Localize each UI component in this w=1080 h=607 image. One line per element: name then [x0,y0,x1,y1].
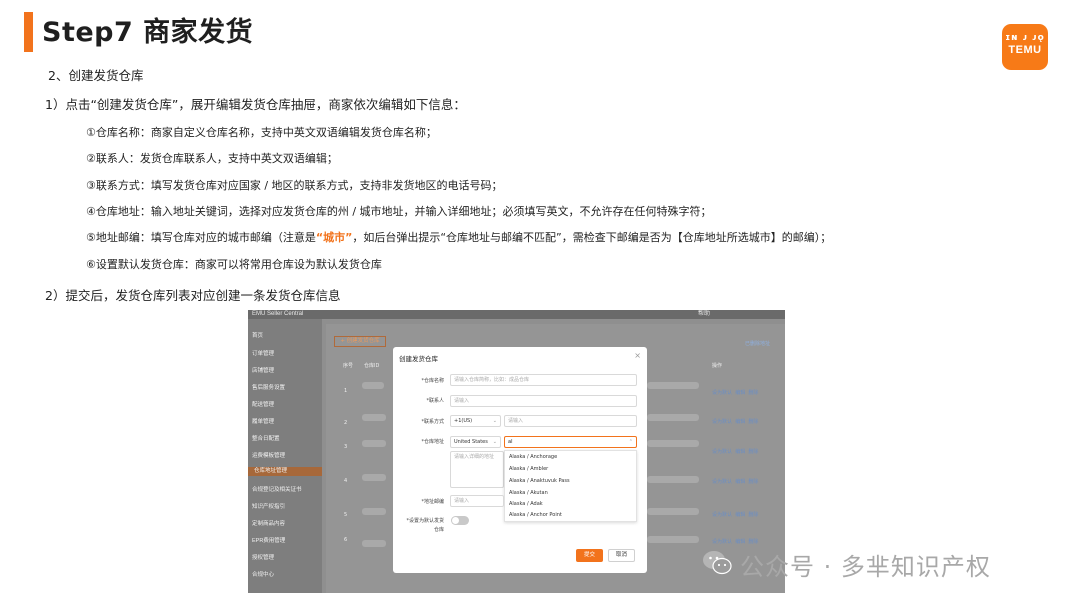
default-warehouse-label: *设置为默认发货 [406,518,444,524]
row-actions[interactable]: 设为默认 编辑 删除 [712,448,758,455]
sidebar-item-shipping[interactable]: 配送管理 [252,400,274,408]
column-header-ops: 操作 [712,363,723,369]
sidebar-item-aftersale[interactable]: 售后服务设置 [252,383,285,391]
warehouse-name-input[interactable]: 请输入仓库简称，比如：成品仓库 [450,374,637,386]
zip-text-post: ，如后台弹出提示“仓库地址与邮编不匹配”，需检查下邮编是否为【仓库地址所选城市】… [352,231,832,244]
item-default-warehouse: ⑥设置默认发货仓库：商家可以将常用仓库设为默认发货仓库 [86,258,382,271]
phone-code-select[interactable]: +1(US) ⌄ [450,415,501,427]
blurred-cell [647,476,699,483]
sidebar-item-store[interactable]: 店铺管理 [252,366,274,374]
contact-method-label: *联系方式 [421,419,444,425]
temu-logo: ɪɴ ᴊ ᴊǫ TEMU [1002,24,1048,70]
sidebar-item-freight-template[interactable]: 运费模板管理 [252,451,285,459]
sidebar-item-custom-content[interactable]: 定制商品内容 [252,519,285,527]
create-warehouse-button[interactable]: + 创建发货仓库 [334,336,386,347]
item-warehouse-address: ④仓库地址：输入地址关键词，选择对应发货仓库的州 / 城市地址，并输入详细地址；… [86,205,712,218]
table-row-num: 5 [344,512,348,518]
screenshot-topbar: EMU Seller Central 帮助 [248,310,785,319]
dropdown-option[interactable]: Alaska / Ambler [509,466,548,472]
address-detail-textarea[interactable]: 请输入详细的地址 [450,451,504,488]
table-row-num: 3 [344,444,348,450]
sidebar-item-epr[interactable]: EPR费用管理 [252,536,285,544]
section-heading: 2、创建发货仓库 [48,68,144,83]
chevron-down-icon: ⌄ [492,439,497,445]
chevron-up-icon: ⌃ [628,439,633,445]
blurred-cell [362,382,384,389]
title-accent-bar [24,12,33,52]
step-1-text: 1）点击“创建发货仓库”，展开编辑发货仓库抽屉，商家依次编辑如下信息： [45,97,466,112]
zip-code-input[interactable]: 请输入 [450,495,504,507]
table-row-num: 6 [344,537,348,543]
row-actions[interactable]: 设为默认 编辑 删除 [712,389,758,396]
sidebar-item-ip-guide[interactable]: 知识产权指引 [252,502,285,510]
sidebar-item-compliance-center[interactable]: 合规中心 [252,570,274,578]
sidebar-item-daily-config[interactable]: 整合日配置 [252,434,280,442]
default-warehouse-label-2: 仓库 [433,527,444,533]
blurred-cell [362,440,386,447]
item-contact-method: ③联系方式：填写发货仓库对应国家 / 地区的联系方式，支持非发货地区的电话号码； [86,179,503,192]
blurred-cell [647,440,699,447]
sidebar-item-home[interactable]: 首页 [252,331,263,339]
contact-person-label: *联系人 [426,398,444,404]
close-icon[interactable]: × [634,351,641,360]
watermark-text: 公众号 · 多芈知识产权 [740,553,991,581]
zip-text-pre: ⑤地址邮编：填写仓库对应的城市邮编（注意是 [86,231,316,244]
row-actions[interactable]: 设为默认 编辑 删除 [712,418,758,425]
wechat-icon [703,551,732,575]
modal-title: 创建发货仓库 [399,355,438,363]
sidebar-item-authorization[interactable]: 授权管理 [252,553,274,561]
country-select[interactable]: United States ⌄ [450,436,501,448]
blurred-cell [647,414,699,421]
screenshot-sidebar: 首页 订单管理 店铺管理 售后服务设置 配送管理 履单管理 整合日配置 运费模板… [248,319,322,593]
blurred-cell [362,474,386,481]
address-dropdown: Alaska / Anchorage Alaska / Ambler Alask… [504,450,637,522]
table-row-num: 4 [344,478,348,484]
zip-highlight: “城市” [315,231,353,244]
sidebar-item-fulfillment[interactable]: 履单管理 [252,417,274,425]
dropdown-option[interactable]: Alaska / Anchorage [509,454,557,460]
sidebar-item-warehouse-address[interactable]: 仓库地址管理 [248,467,322,476]
blurred-cell [647,508,699,515]
item-zip-code: ⑤地址邮编：填写仓库对应的城市邮编（注意是“城市”，如后台弹出提示“仓库地址与邮… [86,229,831,245]
phone-input[interactable]: 请输入 [504,415,637,427]
default-warehouse-toggle[interactable] [451,516,469,525]
topbar-brand: EMU Seller Central [252,311,304,317]
blurred-cell [647,382,699,389]
item-contact-person: ②联系人：发货仓库联系人，支持中英文双语编辑； [86,152,338,165]
item-warehouse-name: ①仓库名称：商家自定义仓库名称，支持中英文双语编辑发货仓库名称； [86,126,437,139]
slide-title: Step7 商家发货 [42,17,254,48]
zip-code-label: *地址邮编 [421,499,444,505]
sidebar-item-orders[interactable]: 订单管理 [252,349,274,357]
row-actions[interactable]: 设为默认 编辑 删除 [712,511,758,518]
blurred-cell [362,540,386,547]
logo-text: TEMU [1008,44,1042,56]
submit-button[interactable]: 提交 [576,549,603,562]
table-row-num: 2 [344,420,348,426]
chevron-down-icon: ⌄ [492,418,497,424]
warehouse-name-label: *仓库名称 [421,378,444,384]
cancel-button[interactable]: 取消 [608,549,635,562]
dropdown-option[interactable]: Alaska / Anaktuvuk Pass [509,478,570,484]
deleted-address-link[interactable]: 已删除地址 [745,340,770,347]
column-header-num: 序号 [343,363,354,369]
dropdown-option[interactable]: Alaska / Adak [509,501,543,507]
address-search-input[interactable]: al ⌃ [504,436,637,448]
contact-person-input[interactable]: 请输入 [450,395,637,407]
topbar-help: 帮助 [698,311,711,317]
logo-figures: ɪɴ ᴊ ᴊǫ [1005,33,1045,43]
dropdown-option[interactable]: Alaska / Akutan [509,490,548,496]
sidebar-item-compliance-register[interactable]: 合规登记及相关证书 [252,485,302,493]
row-actions[interactable]: 设为默认 编辑 删除 [712,478,758,485]
row-actions[interactable]: 设为默认 编辑 删除 [712,538,758,545]
blurred-cell [362,508,386,515]
column-header-id: 仓库ID [364,363,380,369]
step-2-text: 2）提交后，发货仓库列表对应创建一条发货仓库信息 [45,288,341,303]
dropdown-option[interactable]: Alaska / Anchor Point [509,512,562,518]
table-row-num: 1 [344,388,348,394]
warehouse-address-label: *仓库地址 [421,439,444,445]
blurred-cell [647,536,699,543]
blurred-cell [362,414,386,421]
